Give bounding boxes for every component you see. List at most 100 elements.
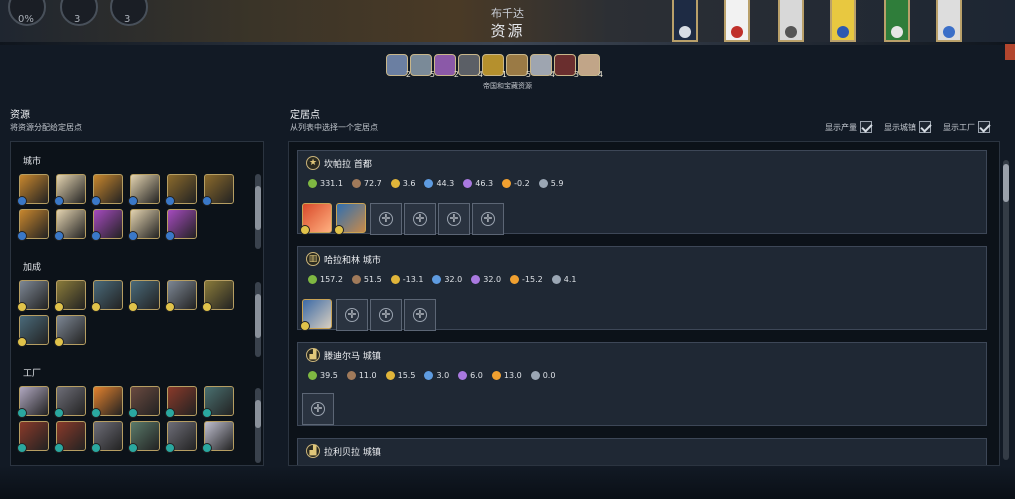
- toggle-show-factories[interactable]: 显示工厂: [943, 121, 990, 133]
- leader-subtitle: 布千达: [491, 7, 524, 20]
- silk-resource-icon[interactable]: [91, 209, 123, 241]
- empty-resource-slot[interactable]: ✛: [438, 203, 470, 235]
- empty-resource-slot[interactable]: ✛: [370, 299, 402, 331]
- settlement-scroll-thumb[interactable]: [1003, 164, 1009, 202]
- salt-resource-icon[interactable]: [128, 421, 160, 453]
- ivory-resource-icon[interactable]: 4: [578, 54, 603, 79]
- settlement-card-karakorum[interactable]: ▥ 哈拉和林 城市 157.2 51.5 -13.1 32.0 32.0 -15.2 4.1…: [297, 246, 987, 331]
- cocoa-resource-icon[interactable]: [17, 421, 49, 453]
- wood-resource-icon[interactable]: 5: [506, 54, 531, 79]
- checkbox-checked-icon[interactable]: [860, 121, 872, 133]
- iron-resource-icon[interactable]: 4: [458, 54, 483, 79]
- resource-type-badge-icon: [128, 231, 138, 241]
- toggle-show-yields[interactable]: 显示产量: [825, 121, 872, 133]
- empty-resource-slot[interactable]: ✛: [336, 299, 368, 331]
- iron-resource-icon[interactable]: [54, 386, 86, 418]
- whale-resource-icon[interactable]: [17, 280, 49, 312]
- empty-resource-slot[interactable]: ✛: [472, 203, 504, 235]
- cotton-resource-icon[interactable]: [17, 386, 49, 418]
- page-title: 资源: [490, 22, 525, 40]
- whale-resource-icon[interactable]: [165, 280, 197, 312]
- gold-icon: [390, 179, 400, 188]
- assigned-horse-resource-icon[interactable]: [334, 203, 366, 235]
- yield-item: 4.1: [551, 275, 576, 284]
- tobacco-resource-icon[interactable]: [202, 174, 234, 206]
- close-tab-icon[interactable]: [1005, 44, 1015, 60]
- yield-value: 6.0: [470, 371, 483, 380]
- settlement-scrollbar[interactable]: [1003, 160, 1009, 460]
- yield-item: 3.6: [390, 179, 416, 188]
- camel-resource-icon[interactable]: [17, 209, 49, 241]
- empty-resource-slot[interactable]: ✛: [302, 393, 334, 425]
- bonus-scroll-thumb[interactable]: [255, 294, 261, 338]
- factory-scroll-thumb[interactable]: [255, 400, 261, 428]
- silk-resource-icon[interactable]: [165, 209, 197, 241]
- food-icon: [308, 371, 317, 380]
- settlement-name: 滕迪尔马 城镇: [324, 352, 381, 362]
- production-icon: [351, 179, 361, 188]
- resource-type-badge-icon: [202, 302, 212, 312]
- settlement-card-kampala[interactable]: ★ 坎帕拉 首都 331.1 72.7 3.6 44.3 46.3 -0.2 5.9 ✛ ✛…: [297, 150, 987, 235]
- wine-resource-icon[interactable]: 3: [554, 54, 579, 79]
- silk-resource-icon[interactable]: 2: [434, 54, 459, 79]
- checkbox-checked-icon[interactable]: [919, 121, 931, 133]
- empty-resource-slot[interactable]: ✛: [404, 203, 436, 235]
- tobacco-resource-icon[interactable]: [165, 174, 197, 206]
- pearls-resource-icon[interactable]: [128, 174, 160, 206]
- yield-value: 3.6: [402, 179, 416, 188]
- wheat-resource-icon[interactable]: [54, 280, 86, 312]
- shield-resource-icon[interactable]: 2: [386, 54, 411, 79]
- whale-resource-icon[interactable]: [54, 315, 86, 347]
- yield-item: 5.9: [538, 179, 564, 188]
- settlement-card-lalibela[interactable]: ▟ 拉利贝拉 城镇: [297, 438, 987, 465]
- settlement-card-tendirma[interactable]: ▟ 滕迪尔马 城镇 39.5 11.0 15.5 3.0 6.0 13.0 0.0 ✛: [297, 342, 987, 426]
- toggle-label: 显示城镇: [884, 122, 916, 132]
- science-icon: [432, 275, 442, 284]
- toggle-show-towns[interactable]: 显示城镇: [884, 121, 931, 133]
- pearls-resource-icon[interactable]: [54, 209, 86, 241]
- group-label-bonus: 加成: [23, 263, 42, 273]
- camel-resource-icon[interactable]: [91, 174, 123, 206]
- settlement-name: 坎帕拉 首都: [324, 160, 372, 170]
- tea-resource-icon[interactable]: [128, 386, 160, 418]
- pearls-resource-icon[interactable]: [54, 174, 86, 206]
- fish-resource-icon[interactable]: [128, 280, 160, 312]
- iron-resource-icon[interactable]: [91, 421, 123, 453]
- resource-type-badge-icon: [165, 302, 175, 312]
- marble-resource-icon[interactable]: 4: [530, 54, 555, 79]
- yield-value: 5.9: [550, 179, 564, 188]
- empty-resource-slot[interactable]: ✛: [370, 203, 402, 235]
- cocoa-resource-icon[interactable]: [165, 386, 197, 418]
- quinine-resource-icon[interactable]: [202, 421, 234, 453]
- iron-resource-icon[interactable]: [165, 421, 197, 453]
- assigned-spice-resource-icon[interactable]: [300, 203, 332, 235]
- yield-item: 3.0: [424, 371, 449, 380]
- add-slot-icon: ✛: [413, 308, 427, 322]
- cocoa-resource-icon[interactable]: [54, 421, 86, 453]
- right-section-subheading: 从列表中选择一个定居点: [290, 123, 378, 132]
- pearls-resource-icon[interactable]: [128, 209, 160, 241]
- fish-resource-icon[interactable]: [17, 315, 49, 347]
- resource-type-badge-icon: [128, 408, 138, 418]
- ink-resource-icon[interactable]: 5: [410, 54, 435, 79]
- influence-icon: [551, 275, 561, 284]
- camel-resource-icon[interactable]: [17, 174, 49, 206]
- resource-type-badge-icon: [54, 337, 64, 347]
- culture-icon: [463, 179, 473, 188]
- yield-item: 0.0: [530, 371, 555, 380]
- resource-count: 4: [597, 70, 603, 79]
- citrus-resource-icon[interactable]: [91, 386, 123, 418]
- empty-resource-slot[interactable]: ✛: [404, 299, 436, 331]
- production-icon: [351, 275, 361, 284]
- wheat-resource-icon[interactable]: [202, 280, 234, 312]
- salt-resource-icon[interactable]: [202, 386, 234, 418]
- cities-scroll-thumb[interactable]: [255, 186, 261, 230]
- gold-resource-icon[interactable]: 1: [482, 54, 507, 79]
- food-icon: [308, 275, 317, 284]
- settlement-name: 拉利贝拉 城镇: [324, 448, 381, 458]
- empire-resources-label: 帝国和宝藏资源: [483, 82, 532, 90]
- fish-resource-icon[interactable]: [91, 280, 123, 312]
- checkbox-checked-icon[interactable]: [978, 121, 990, 133]
- assigned-ivory-resource-icon[interactable]: [300, 299, 332, 331]
- resource-type-badge-icon: [128, 302, 138, 312]
